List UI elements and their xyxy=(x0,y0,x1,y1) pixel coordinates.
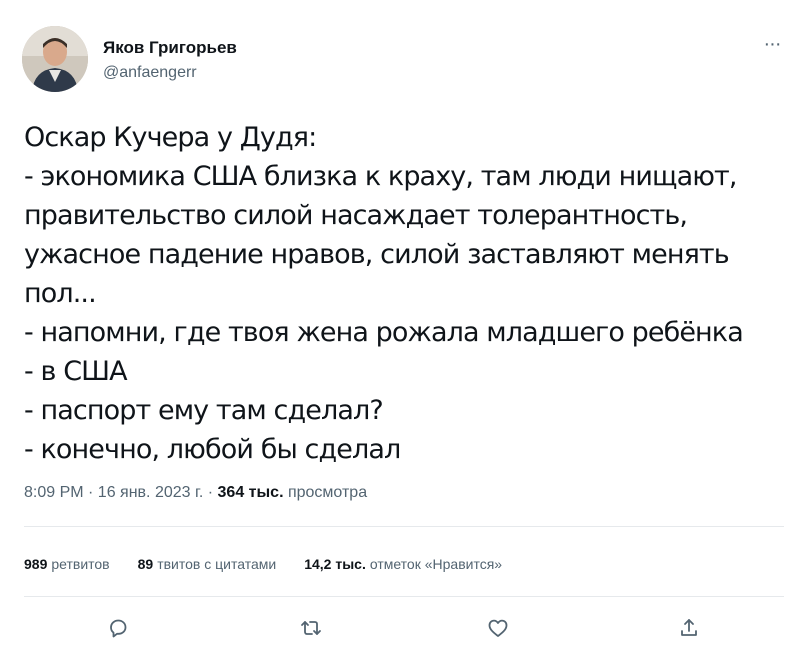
tweet-text-line: - конечно, любой бы сделал xyxy=(24,434,401,465)
tweet-card: Яков Григорьев @anfaengerr ··· Оскар Куч… xyxy=(0,0,811,663)
retweet-icon xyxy=(301,621,321,635)
quotes-stat[interactable]: 89 твитов с цитатами xyxy=(138,556,277,572)
engagement-stats: 989 ретвитов 89 твитов с цитатами 14,2 тыс. о… xyxy=(24,556,530,572)
tweet-text: Оскар Кучера у Дудя: - экономика США бли… xyxy=(24,118,794,469)
share-icon xyxy=(681,619,697,636)
heart-icon xyxy=(488,619,508,637)
divider xyxy=(24,526,784,527)
retweets-count: 989 xyxy=(24,556,48,572)
reply-icon xyxy=(110,619,127,638)
tweet-text-line: Оскар Кучера у Дудя: xyxy=(24,122,317,153)
tweet-text-line: - в США xyxy=(24,356,128,387)
tweet-text-line: - напомни, где твоя жена рожала младшего… xyxy=(24,317,744,348)
tweet-text-line: правительство силой насаждает толерантно… xyxy=(24,200,688,231)
views-label: просмотра xyxy=(287,484,368,501)
quotes-label: твитов с цитатами xyxy=(157,556,277,572)
author-name[interactable]: Яков Григорьев xyxy=(103,38,237,58)
tweet-text-line: ужасное падение нравов, силой заставляют… xyxy=(24,239,730,270)
reply-button[interactable] xyxy=(104,614,132,642)
avatar-photo xyxy=(22,26,88,92)
likes-stat[interactable]: 14,2 тыс. отметок «Нравится» xyxy=(304,556,502,572)
retweet-button[interactable] xyxy=(297,614,325,642)
likes-count: 14,2 тыс. xyxy=(304,556,366,572)
tweet-text-line: - паспорт ему там сделал? xyxy=(24,395,384,426)
retweets-stat[interactable]: 989 ретвитов xyxy=(24,556,110,572)
retweets-label: ретвитов xyxy=(51,556,110,572)
avatar[interactable] xyxy=(22,26,88,92)
views-count: 364 тыс. xyxy=(217,484,284,501)
author-handle[interactable]: @anfaengerr xyxy=(103,64,197,82)
like-button[interactable] xyxy=(484,614,512,642)
tweet-text-line: пол... xyxy=(24,278,97,309)
divider xyxy=(24,596,784,597)
more-options-icon[interactable]: ··· xyxy=(757,34,787,58)
quotes-count: 89 xyxy=(137,556,154,572)
tweet-text-line: - экономика США близка к краху, там люди… xyxy=(24,161,737,192)
tweet-meta: 8:09 PM · 16 янв. 2023 г. · 364 тыс. про… xyxy=(24,484,367,502)
likes-label: отметок «Нравится» xyxy=(369,556,503,572)
tweet-timestamp[interactable]: 8:09 PM · 16 янв. 2023 г. · xyxy=(24,484,213,501)
share-button[interactable] xyxy=(675,614,703,642)
